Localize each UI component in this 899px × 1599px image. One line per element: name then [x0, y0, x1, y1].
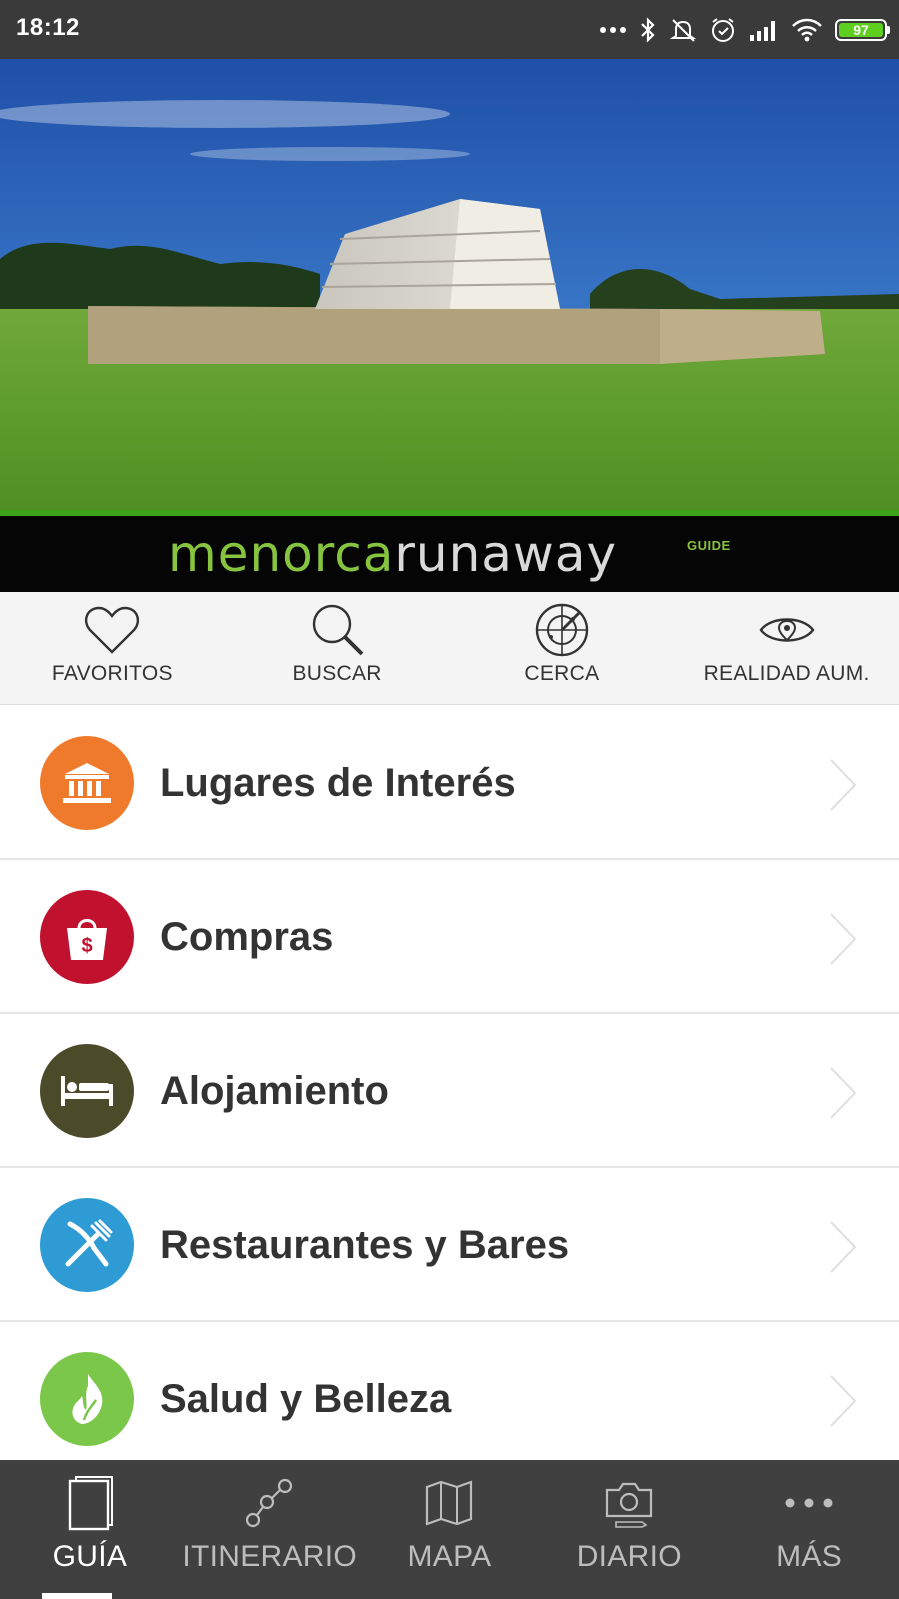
radar-icon: [530, 600, 594, 660]
camera-icon: [604, 1474, 654, 1532]
search-icon: [305, 600, 369, 660]
battery-icon: 97: [835, 19, 890, 41]
alarm-icon: [712, 18, 734, 42]
nav-label: MÁS: [776, 1540, 843, 1573]
category-label: Salud y Belleza: [160, 1377, 452, 1421]
eye-location-icon: [755, 600, 819, 660]
category-label: Alojamiento: [160, 1069, 389, 1113]
chevron-right-icon: [830, 759, 857, 811]
category-label: Compras: [160, 915, 334, 959]
nav-guia[interactable]: GUÍA: [0, 1460, 180, 1599]
category-restaurantes-y-bares[interactable]: Restaurantes y Bares: [0, 1168, 899, 1322]
category-alojamiento[interactable]: Alojamiento: [0, 1014, 899, 1168]
chevron-right-icon: [830, 1067, 857, 1119]
quick-action-cerca[interactable]: CERCA: [450, 592, 675, 704]
book-icon: [66, 1474, 114, 1532]
route-icon: [245, 1474, 295, 1532]
category-lugares-de-interes[interactable]: Lugares de Interés: [0, 706, 899, 860]
wifi-icon: [792, 18, 822, 42]
brand-logo: menorcarunaway: [168, 522, 617, 586]
chevron-right-icon: [830, 913, 857, 965]
bluetooth-icon: [641, 17, 655, 43]
quick-action-label: CERCA: [524, 662, 600, 685]
status-icons: 97: [599, 12, 890, 48]
signal-icon: [750, 21, 775, 41]
category-salud-y-belleza[interactable]: Salud y Belleza: [0, 1322, 899, 1476]
brand-logo-part-b: runaway: [394, 525, 618, 583]
quick-action-realidad-aumentada[interactable]: REALIDAD AUM.: [674, 592, 899, 704]
quick-action-label: REALIDAD AUM.: [703, 662, 870, 685]
category-label: Lugares de Interés: [160, 761, 516, 805]
quick-action-buscar[interactable]: BUSCAR: [225, 592, 450, 704]
chevron-right-icon: [830, 1221, 857, 1273]
hero-image: [0, 59, 899, 510]
fork-knife-icon: [40, 1198, 134, 1292]
bed-icon: [40, 1044, 134, 1138]
more-icon: [784, 1474, 834, 1532]
heart-icon: [80, 600, 144, 660]
dots-icon: [600, 27, 626, 33]
brand-banner: menorcarunaway GUIDE: [0, 510, 899, 592]
nav-label: GUÍA: [52, 1540, 128, 1573]
quick-actions-bar: FAVORITOS BUSCAR CERCA REALIDAD AUM.: [0, 592, 899, 705]
silent-icon: [669, 19, 697, 42]
category-label: Restaurantes y Bares: [160, 1223, 570, 1267]
nav-mapa[interactable]: MAPA: [360, 1460, 540, 1599]
quick-action-favoritos[interactable]: FAVORITOS: [0, 592, 225, 704]
category-compras[interactable]: $ Compras: [0, 860, 899, 1014]
monument-icon: [40, 736, 134, 830]
quick-action-label: FAVORITOS: [51, 662, 173, 685]
nav-label: MAPA: [407, 1540, 492, 1573]
chevron-right-icon: [830, 1375, 857, 1427]
status-bar: 18:12 97: [0, 0, 899, 59]
nav-label: DIARIO: [576, 1540, 682, 1573]
flame-leaf-icon: [40, 1352, 134, 1446]
nav-itinerario[interactable]: ITINERARIO: [180, 1460, 360, 1599]
svg-text:$: $: [81, 935, 92, 957]
quick-action-label: BUSCAR: [292, 662, 382, 685]
active-tab-indicator: [42, 1593, 112, 1599]
brand-logo-part-a: menorca: [168, 525, 395, 583]
nav-diario[interactable]: DIARIO: [539, 1460, 719, 1599]
category-list: Lugares de Interés $ Compras Alojamiento…: [0, 706, 899, 1476]
status-time: 18:12: [16, 14, 80, 41]
nav-mas[interactable]: MÁS: [719, 1460, 899, 1599]
bottom-navigation: GUÍA ITINERARIO MAPA DIARIO MÁS: [0, 1460, 899, 1599]
brand-guide-label: GUIDE: [687, 538, 731, 553]
battery-level: 97: [839, 22, 883, 38]
nav-label: ITINERARIO: [182, 1540, 358, 1573]
map-icon: [424, 1474, 474, 1532]
shopping-bag-icon: $: [40, 890, 134, 984]
